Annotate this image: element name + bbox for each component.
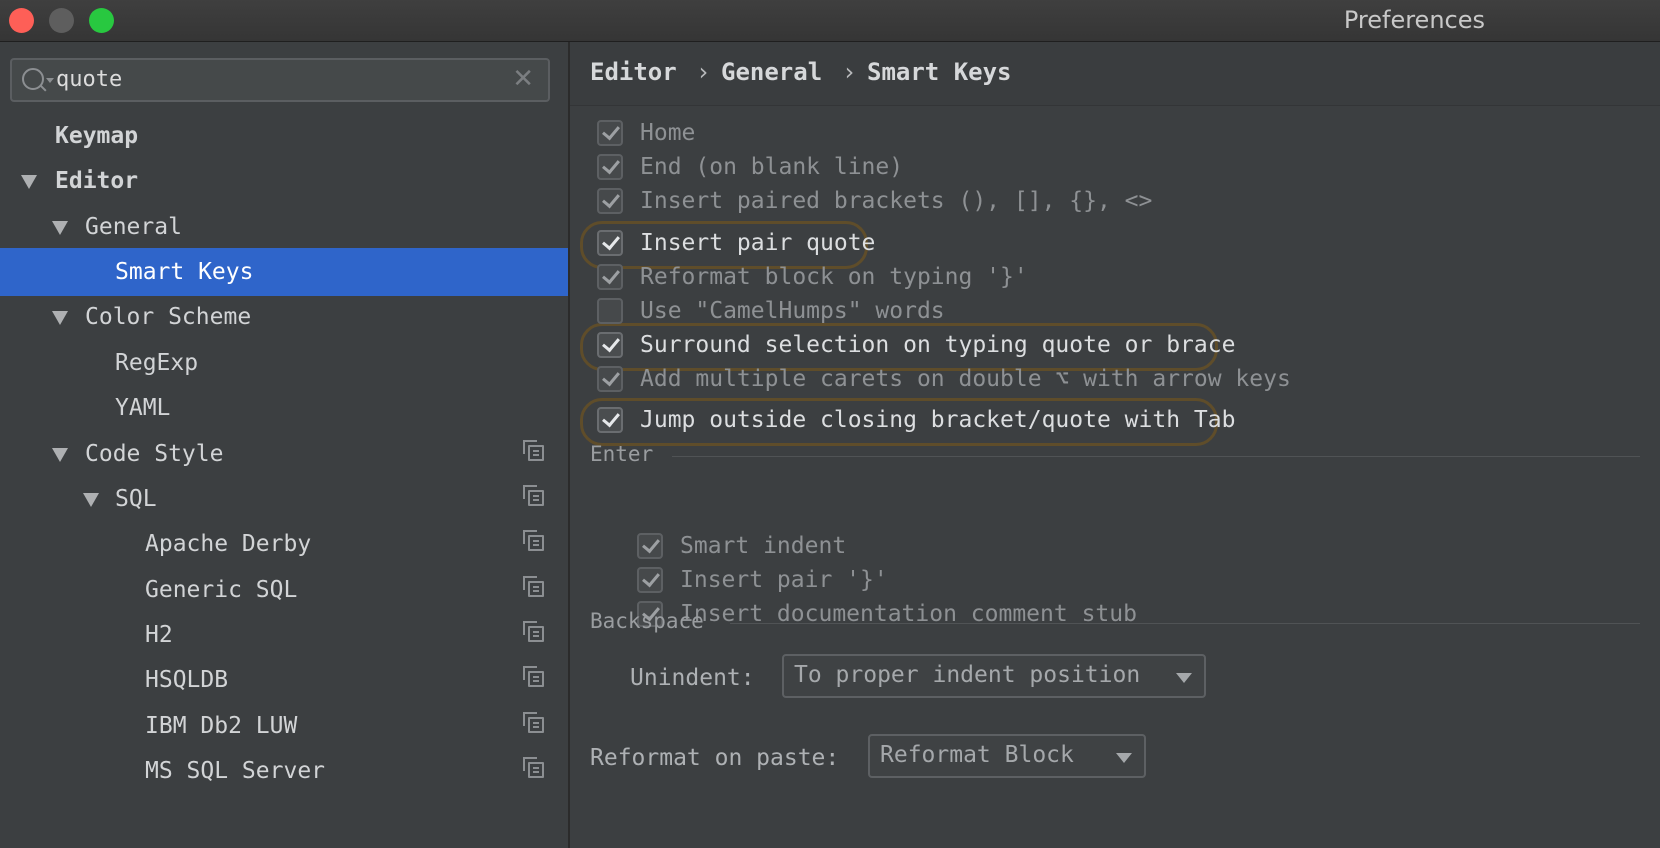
sidebar-item-hsqldb[interactable]: HSQLDB (0, 656, 568, 704)
option-label: Insert pair quote (640, 230, 876, 256)
settings-sidebar: quote ✕ Keymap Editor General Smart Keys… (0, 42, 570, 848)
section-title-backspace: Backspace (590, 609, 704, 633)
sidebar-item-label: Code Style (85, 441, 224, 467)
sidebar-item-ms-sql-server[interactable]: MS SQL Server (0, 747, 568, 795)
project-copy-icon (523, 712, 544, 733)
unindent-value: To proper indent position (794, 662, 1141, 688)
project-copy-icon (523, 485, 544, 506)
sidebar-item-label: HSQLDB (145, 667, 229, 693)
sidebar-item-label: YAML (115, 395, 171, 421)
option-label: End (on blank line) (640, 154, 904, 180)
sidebar-item-label: H2 (145, 622, 173, 648)
sidebar-item-general[interactable]: General (0, 203, 568, 251)
settings-content: Editor › General › Smart Keys Home End (… (570, 42, 1660, 848)
reformat-on-paste-select[interactable]: Reformat Block (868, 734, 1146, 778)
sidebar-item-label: MS SQL Server (145, 758, 326, 784)
sidebar-item-label: General (85, 214, 182, 240)
expand-arrow-icon[interactable] (52, 221, 68, 235)
expand-arrow-icon[interactable] (52, 311, 68, 325)
unindent-select[interactable]: To proper indent position (782, 654, 1206, 698)
sidebar-item-smart-keys[interactable]: Smart Keys (0, 248, 568, 296)
project-copy-icon (523, 666, 544, 687)
sidebar-item-label: Apache Derby (145, 531, 312, 557)
search-history-dropdown-icon[interactable] (46, 78, 54, 83)
checkbox[interactable] (597, 298, 623, 324)
sidebar-item-yaml[interactable]: YAML (0, 384, 568, 432)
expand-arrow-icon[interactable] (21, 175, 37, 189)
checkbox[interactable] (597, 332, 623, 358)
breadcrumb-editor[interactable]: Editor (590, 58, 677, 86)
sidebar-item-label: IBM Db2 LUW (145, 713, 298, 739)
window-title: Preferences (1343, 6, 1485, 34)
sidebar-item-code-style[interactable]: Code Style (0, 430, 568, 478)
option-label: Insert documentation comment stub (680, 601, 1137, 627)
sidebar-item-label: Generic SQL (145, 577, 298, 603)
expand-arrow-icon[interactable] (52, 448, 68, 462)
search-field[interactable]: quote ✕ (10, 58, 550, 102)
chevron-down-icon (1176, 673, 1192, 683)
option-label: Home (640, 120, 696, 146)
breadcrumb-smart-keys: Smart Keys (867, 58, 1012, 86)
sidebar-item-editor[interactable]: Editor (0, 157, 568, 205)
sidebar-item-label: RegExp (115, 350, 199, 376)
section-title-enter: Enter (590, 442, 654, 466)
search-icon[interactable] (22, 68, 44, 90)
sidebar-item-apache-derby[interactable]: Apache Derby (0, 520, 568, 568)
sidebar-item-label: Editor (55, 168, 139, 194)
section-divider (672, 456, 1640, 457)
option-label: Jump outside closing bracket/quote with … (640, 407, 1236, 433)
sidebar-item-sql[interactable]: SQL (0, 475, 568, 523)
checkbox[interactable] (637, 533, 663, 559)
project-copy-icon (523, 440, 544, 461)
project-copy-icon (523, 530, 544, 551)
checkbox[interactable] (597, 188, 623, 214)
sidebar-item-label: Color Scheme (85, 304, 252, 330)
sidebar-item-generic-sql[interactable]: Generic SQL (0, 566, 568, 614)
option-label: Insert paired brackets (), [], {}, <> (640, 188, 1153, 214)
maximize-window-button[interactable] (89, 8, 114, 33)
sidebar-item-regexp[interactable]: RegExp (0, 339, 568, 387)
project-copy-icon (523, 757, 544, 778)
title-bar: Preferences (0, 0, 1660, 42)
breadcrumb-general[interactable]: General (721, 58, 822, 86)
checkbox[interactable] (637, 567, 663, 593)
sidebar-item-ibm-db2-luw[interactable]: IBM Db2 LUW (0, 702, 568, 750)
minimize-window-button[interactable] (49, 8, 74, 33)
reformat-on-paste-value: Reformat Block (880, 742, 1074, 768)
breadcrumb: Editor › General › Smart Keys (570, 42, 1660, 106)
breadcrumb-separator: › (696, 58, 711, 86)
option-label: Reformat block on typing '}' (640, 264, 1028, 290)
option-label: Add multiple carets on double ⌥ with arr… (640, 366, 1291, 392)
search-input[interactable]: quote (56, 67, 122, 92)
project-copy-icon (523, 576, 544, 597)
sidebar-item-label: Keymap (55, 123, 139, 149)
section-divider (730, 623, 1640, 624)
clear-icon[interactable]: ✕ (512, 64, 534, 94)
checkbox[interactable] (597, 230, 623, 256)
checkbox[interactable] (597, 366, 623, 392)
close-window-button[interactable] (9, 8, 34, 33)
option-label: Surround selection on typing quote or br… (640, 332, 1236, 358)
option-label: Insert pair '}' (680, 567, 888, 593)
checkbox[interactable] (597, 120, 623, 146)
sidebar-item-color-scheme[interactable]: Color Scheme (0, 293, 568, 341)
sidebar-item-label: Smart Keys (115, 259, 254, 285)
option-label: Smart indent (680, 533, 847, 559)
chevron-down-icon (1116, 753, 1132, 763)
expand-arrow-icon[interactable] (83, 493, 99, 507)
checkbox[interactable] (597, 407, 623, 433)
sidebar-item-keymap[interactable]: Keymap (0, 112, 568, 160)
unindent-label: Unindent: (630, 665, 755, 691)
checkbox[interactable] (597, 154, 623, 180)
reformat-on-paste-label: Reformat on paste: (590, 745, 840, 771)
breadcrumb-separator: › (842, 58, 857, 86)
sidebar-item-h2[interactable]: H2 (0, 611, 568, 659)
sidebar-item-label: SQL (115, 486, 157, 512)
option-label: Use "CamelHumps" words (640, 298, 945, 324)
checkbox[interactable] (597, 264, 623, 290)
preferences-window: Preferences quote ✕ Keymap Editor Genera… (0, 0, 1660, 848)
project-copy-icon (523, 621, 544, 642)
